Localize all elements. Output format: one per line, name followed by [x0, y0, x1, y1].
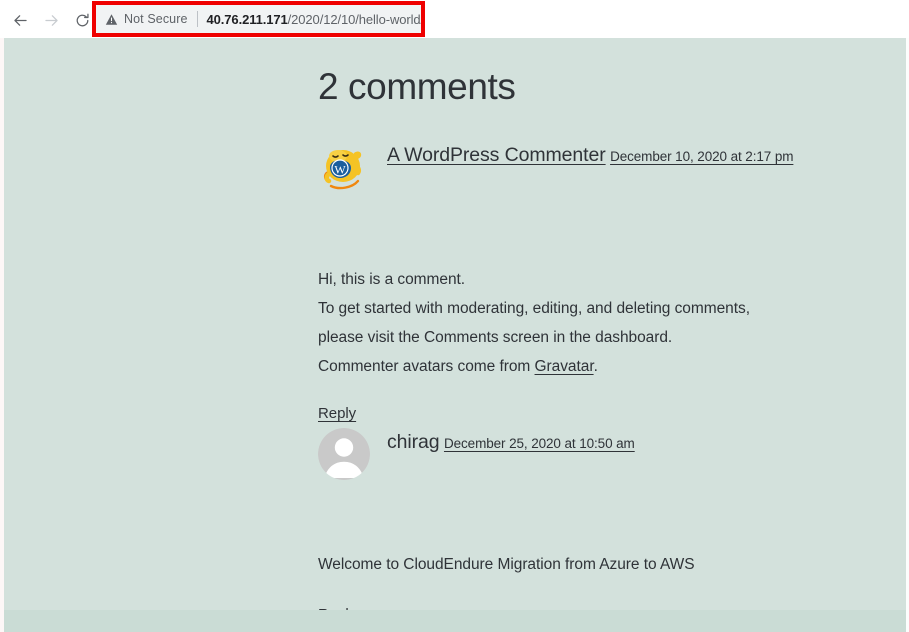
author-block: chirag December 25, 2020 at 10:50 am — [387, 429, 635, 454]
forward-button[interactable] — [39, 9, 63, 31]
gravatar-link[interactable]: Gravatar — [535, 358, 594, 375]
url-path: /2020/12/10/hello-world/ — [288, 12, 421, 27]
forward-arrow-icon — [43, 12, 60, 29]
page-bottom-band — [4, 610, 906, 632]
comment-body: Welcome to CloudEndure Migration from Az… — [318, 550, 858, 579]
navigation-buttons — [8, 9, 94, 31]
comment-body: Hi, this is a comment. To get started wi… — [318, 265, 858, 381]
comment-body-line: please visit the Comments screen in the … — [318, 323, 858, 352]
avatar: W — [318, 141, 370, 193]
back-arrow-icon — [12, 12, 29, 29]
page-title: 2 comments — [318, 67, 516, 108]
comment-author-link[interactable]: A WordPress Commenter — [387, 143, 606, 167]
comment-body-line: Welcome to CloudEndure Migration from Az… — [318, 550, 858, 579]
page-viewport: 2 comments — [0, 38, 909, 632]
avatar — [318, 428, 370, 480]
default-person-avatar-icon — [318, 428, 370, 480]
comment-body-line: To get started with moderating, editing,… — [318, 294, 858, 323]
wapuu-wordpress-avatar-icon: W — [318, 141, 370, 193]
back-button[interactable] — [8, 9, 32, 31]
omnibox-divider — [197, 11, 198, 27]
comment-author-name: chirag — [387, 430, 440, 454]
address-bar-region: Not Secure 40.76.211.171/2020/12/10/hell… — [92, 1, 425, 37]
url-text: 40.76.211.171/2020/12/10/hello-world/ — [207, 12, 421, 27]
author-block: A WordPress Commenter December 10, 2020 … — [387, 142, 793, 167]
gravatar-line-prefix: Commenter avatars come from — [318, 358, 535, 375]
gravatar-line-suffix: . — [594, 358, 598, 375]
svg-text:W: W — [334, 162, 346, 176]
reload-button[interactable] — [70, 9, 94, 31]
comment-header: W A WordPress Commenter December 10, 202… — [313, 141, 873, 197]
browser-toolbar: Not Secure 40.76.211.171/2020/12/10/hell… — [0, 0, 909, 38]
comment-header: chirag December 25, 2020 at 10:50 am — [313, 428, 873, 484]
comment-item: chirag December 25, 2020 at 10:50 am Wel… — [313, 428, 873, 484]
comment-body-line: Commenter avatars come from Gravatar. — [318, 352, 858, 381]
reply-link[interactable]: Reply — [318, 405, 356, 422]
comment-item: W A WordPress Commenter December 10, 202… — [313, 141, 873, 197]
comment-date-link[interactable]: December 25, 2020 at 10:50 am — [444, 436, 635, 451]
reload-icon — [74, 12, 91, 29]
comment-date-link[interactable]: December 10, 2020 at 2:17 pm — [610, 149, 793, 164]
comment-body-line: Hi, this is a comment. — [318, 265, 858, 294]
url-host: 40.76.211.171 — [207, 12, 288, 27]
not-secure-warning-icon[interactable] — [105, 13, 118, 26]
not-secure-label: Not Secure — [124, 12, 188, 26]
address-bar[interactable]: Not Secure 40.76.211.171/2020/12/10/hell… — [96, 5, 421, 33]
screenshot-root: Not Secure 40.76.211.171/2020/12/10/hell… — [0, 0, 909, 632]
